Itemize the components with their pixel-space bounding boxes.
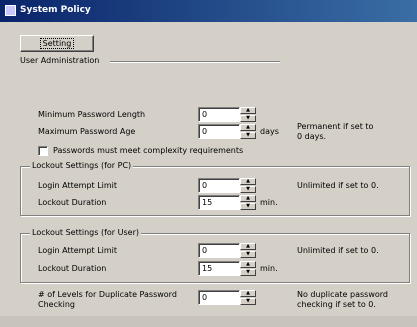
lockout-user-duration-input[interactable]: 15 bbox=[198, 261, 240, 276]
lockout-user-legend: Lockout Settings (for User) bbox=[30, 228, 141, 237]
min-password-length-input[interactable]: 0 bbox=[198, 107, 240, 122]
max-password-age-input[interactable]: 0 bbox=[198, 124, 240, 139]
bottom-strip bbox=[0, 316, 417, 327]
max-password-age-note-1: Permanent if set to bbox=[297, 122, 374, 131]
separator-line bbox=[110, 61, 280, 63]
spin-up-icon[interactable]: ▲ bbox=[240, 178, 256, 185]
user-administration-label: User Administration bbox=[20, 56, 100, 65]
lockout-pc-duration-input[interactable]: 15 bbox=[198, 195, 240, 210]
lockout-user-attempt-note: Unlimited if set to 0. bbox=[297, 246, 379, 255]
duplicate-input[interactable]: 0 bbox=[198, 290, 240, 305]
spin-down-icon[interactable]: ▼ bbox=[240, 203, 256, 210]
duplicate-label-1: # of Levels for Duplicate Password bbox=[38, 290, 177, 299]
lockout-user-attempt-spinner[interactable]: 0 ▲ ▼ bbox=[198, 243, 256, 258]
spin-up-icon[interactable]: ▲ bbox=[240, 243, 256, 250]
spin-up-icon[interactable]: ▲ bbox=[240, 261, 256, 268]
lockout-pc-attempt-input[interactable]: 0 bbox=[198, 178, 240, 193]
window-title: System Policy bbox=[20, 5, 91, 15]
spin-down-icon[interactable]: ▼ bbox=[240, 132, 256, 139]
window-icon bbox=[5, 5, 16, 16]
lockout-user-duration-unit: min. bbox=[260, 264, 278, 273]
spin-down-icon[interactable]: ▼ bbox=[240, 269, 256, 276]
spin-up-icon[interactable]: ▲ bbox=[240, 290, 256, 297]
duplicate-spinner[interactable]: 0 ▲ ▼ bbox=[198, 290, 256, 305]
lockout-pc-attempt-note: Unlimited if set to 0. bbox=[297, 181, 379, 190]
spin-up-icon[interactable]: ▲ bbox=[240, 195, 256, 202]
setting-button-label: Setting bbox=[39, 38, 75, 49]
min-password-length-label: Minimum Password Length bbox=[38, 110, 146, 119]
spin-down-icon[interactable]: ▼ bbox=[240, 115, 256, 122]
max-password-age-unit: days bbox=[260, 127, 279, 136]
lockout-user-duration-spinner[interactable]: 15 ▲ ▼ bbox=[198, 261, 256, 276]
lockout-user-attempt-label: Login Attempt Limit bbox=[38, 246, 118, 255]
spin-up-icon[interactable]: ▲ bbox=[240, 107, 256, 114]
duplicate-label-2: Checking bbox=[38, 300, 75, 309]
spin-down-icon[interactable]: ▼ bbox=[240, 186, 256, 193]
spin-down-icon[interactable]: ▼ bbox=[240, 251, 256, 258]
lockout-user-attempt-input[interactable]: 0 bbox=[198, 243, 240, 258]
lockout-pc-duration-spinner[interactable]: 15 ▲ ▼ bbox=[198, 195, 256, 210]
max-password-age-note-2: 0 days. bbox=[297, 132, 327, 141]
spin-down-icon[interactable]: ▼ bbox=[240, 298, 256, 305]
complexity-label: Passwords must meet complexity requireme… bbox=[53, 146, 244, 155]
max-password-age-label: Maximum Password Age bbox=[38, 127, 136, 136]
max-password-age-spinner[interactable]: 0 ▲ ▼ bbox=[198, 124, 256, 139]
setting-button[interactable]: Setting bbox=[20, 35, 94, 52]
lockout-pc-legend: Lockout Settings (for PC) bbox=[30, 161, 134, 170]
duplicate-note-2: checking if set to 0. bbox=[297, 300, 376, 309]
lockout-pc-duration-unit: min. bbox=[260, 198, 278, 207]
min-password-length-spinner[interactable]: 0 ▲ ▼ bbox=[198, 107, 256, 122]
lockout-pc-attempt-label: Login Attempt Limit bbox=[38, 181, 118, 190]
duplicate-note-1: No duplicate password bbox=[297, 290, 388, 299]
lockout-pc-attempt-spinner[interactable]: 0 ▲ ▼ bbox=[198, 178, 256, 193]
complexity-checkbox[interactable] bbox=[38, 146, 48, 156]
lockout-user-duration-label: Lockout Duration bbox=[38, 264, 107, 273]
spin-up-icon[interactable]: ▲ bbox=[240, 124, 256, 131]
lockout-pc-duration-label: Lockout Duration bbox=[38, 198, 107, 207]
